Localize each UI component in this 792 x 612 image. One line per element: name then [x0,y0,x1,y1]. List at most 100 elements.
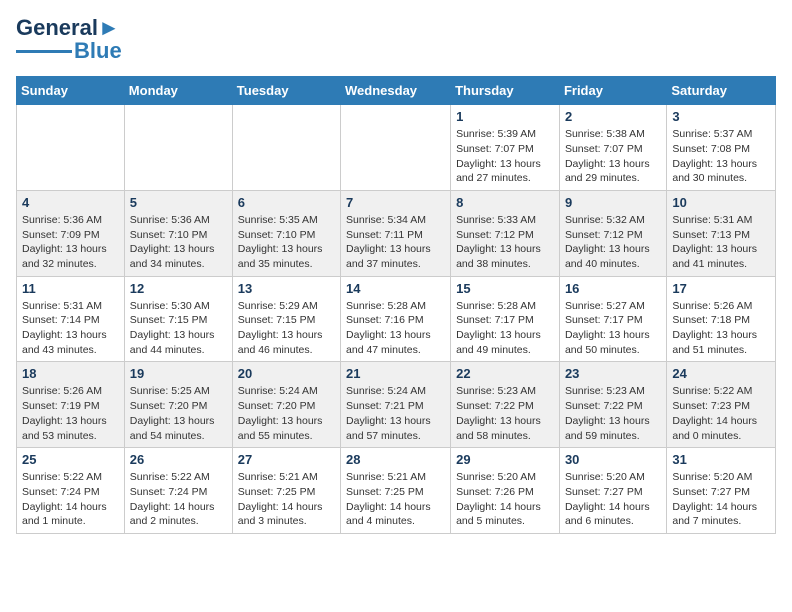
calendar-header: SundayMondayTuesdayWednesdayThursdayFrid… [17,77,776,105]
day-number: 12 [130,281,227,296]
calendar-cell: 7 Sunrise: 5:34 AM Sunset: 7:11 PM Daylig… [341,190,451,276]
day-number: 3 [672,109,770,124]
day-info: Sunrise: 5:24 AM Sunset: 7:20 PM Dayligh… [238,384,335,443]
calendar-cell: 17 Sunrise: 5:26 AM Sunset: 7:18 PM Dayli… [667,276,776,362]
calendar-cell [17,105,125,191]
day-number: 17 [672,281,770,296]
logo-blue: Blue [74,38,122,64]
calendar-cell: 18 Sunrise: 5:26 AM Sunset: 7:19 PM Dayli… [17,362,125,448]
day-number: 2 [565,109,661,124]
calendar-cell: 21Sunrise: 5:24 AM Sunset: 7:21 PM Dayli… [341,362,451,448]
day-info: Sunrise: 5:20 AM Sunset: 7:26 PM Dayligh… [456,470,554,529]
day-info: Sunrise: 5:23 AM Sunset: 7:22 PM Dayligh… [565,384,661,443]
day-info: Sunrise: 5:22 AM Sunset: 7:24 PM Dayligh… [22,470,119,529]
day-info: Sunrise: 5:30 AM Sunset: 7:15 PM Dayligh… [130,299,227,358]
day-number: 18 [22,366,119,381]
day-number: 16 [565,281,661,296]
day-info: Sunrise: 5:36 AM Sunset: 7:10 PM Dayligh… [130,213,227,272]
day-info: Sunrise: 5:22 AM Sunset: 7:24 PM Dayligh… [130,470,227,529]
page-header: General► Blue [16,16,776,64]
calendar-cell: 31 Sunrise: 5:20 AM Sunset: 7:27 PM Dayli… [667,448,776,534]
day-number: 26 [130,452,227,467]
calendar-cell: 9Sunrise: 5:32 AM Sunset: 7:12 PM Daylig… [559,190,666,276]
calendar-cell: 19 Sunrise: 5:25 AM Sunset: 7:20 PM Dayli… [124,362,232,448]
day-number: 15 [456,281,554,296]
calendar-cell: 20 Sunrise: 5:24 AM Sunset: 7:20 PM Dayli… [232,362,340,448]
calendar-cell: 24 Sunrise: 5:22 AM Sunset: 7:23 PM Dayli… [667,362,776,448]
calendar-cell: 27 Sunrise: 5:21 AM Sunset: 7:25 PM Dayli… [232,448,340,534]
calendar-cell: 6 Sunrise: 5:35 AM Sunset: 7:10 PM Daylig… [232,190,340,276]
day-info: Sunrise: 5:27 AM Sunset: 7:17 PM Dayligh… [565,299,661,358]
calendar-cell: 22 Sunrise: 5:23 AM Sunset: 7:22 PM Dayli… [451,362,560,448]
calendar-cell: 5Sunrise: 5:36 AM Sunset: 7:10 PM Daylig… [124,190,232,276]
calendar-cell: 23 Sunrise: 5:23 AM Sunset: 7:22 PM Dayli… [559,362,666,448]
day-number: 27 [238,452,335,467]
day-info: Sunrise: 5:28 AM Sunset: 7:17 PM Dayligh… [456,299,554,358]
day-number: 7 [346,195,445,210]
day-number: 30 [565,452,661,467]
day-info: Sunrise: 5:39 AM Sunset: 7:07 PM Dayligh… [456,127,554,186]
day-number: 24 [672,366,770,381]
calendar-cell: 15 Sunrise: 5:28 AM Sunset: 7:17 PM Dayli… [451,276,560,362]
calendar-cell: 16 Sunrise: 5:27 AM Sunset: 7:17 PM Dayli… [559,276,666,362]
day-number: 4 [22,195,119,210]
day-number: 29 [456,452,554,467]
calendar-cell [232,105,340,191]
calendar-week-row: 4 Sunrise: 5:36 AM Sunset: 7:09 PM Daylig… [17,190,776,276]
day-info: Sunrise: 5:26 AM Sunset: 7:19 PM Dayligh… [22,384,119,443]
calendar-cell: 29 Sunrise: 5:20 AM Sunset: 7:26 PM Dayli… [451,448,560,534]
header-row: SundayMondayTuesdayWednesdayThursdayFrid… [17,77,776,105]
day-number: 10 [672,195,770,210]
day-info: Sunrise: 5:20 AM Sunset: 7:27 PM Dayligh… [565,470,661,529]
calendar-week-row: 1 Sunrise: 5:39 AM Sunset: 7:07 PM Daylig… [17,105,776,191]
day-info: Sunrise: 5:32 AM Sunset: 7:12 PM Dayligh… [565,213,661,272]
day-number: 22 [456,366,554,381]
day-number: 31 [672,452,770,467]
calendar-cell: 1 Sunrise: 5:39 AM Sunset: 7:07 PM Daylig… [451,105,560,191]
day-info: Sunrise: 5:26 AM Sunset: 7:18 PM Dayligh… [672,299,770,358]
day-number: 1 [456,109,554,124]
weekday-header: Thursday [451,77,560,105]
calendar-cell: 14Sunrise: 5:28 AM Sunset: 7:16 PM Dayli… [341,276,451,362]
calendar-cell: 8 Sunrise: 5:33 AM Sunset: 7:12 PM Daylig… [451,190,560,276]
logo-text: General► [16,16,120,40]
day-info: Sunrise: 5:36 AM Sunset: 7:09 PM Dayligh… [22,213,119,272]
weekday-header: Monday [124,77,232,105]
calendar-week-row: 25 Sunrise: 5:22 AM Sunset: 7:24 PM Dayli… [17,448,776,534]
calendar-cell: 10 Sunrise: 5:31 AM Sunset: 7:13 PM Dayli… [667,190,776,276]
day-number: 28 [346,452,445,467]
day-info: Sunrise: 5:31 AM Sunset: 7:13 PM Dayligh… [672,213,770,272]
day-info: Sunrise: 5:20 AM Sunset: 7:27 PM Dayligh… [672,470,770,529]
day-number: 21 [346,366,445,381]
day-info: Sunrise: 5:29 AM Sunset: 7:15 PM Dayligh… [238,299,335,358]
weekday-header: Saturday [667,77,776,105]
day-number: 20 [238,366,335,381]
day-info: Sunrise: 5:23 AM Sunset: 7:22 PM Dayligh… [456,384,554,443]
calendar-cell: 25 Sunrise: 5:22 AM Sunset: 7:24 PM Dayli… [17,448,125,534]
day-number: 13 [238,281,335,296]
day-number: 19 [130,366,227,381]
calendar-cell [124,105,232,191]
calendar-cell: 30 Sunrise: 5:20 AM Sunset: 7:27 PM Dayli… [559,448,666,534]
day-number: 6 [238,195,335,210]
calendar-cell: 12 Sunrise: 5:30 AM Sunset: 7:15 PM Dayli… [124,276,232,362]
day-info: Sunrise: 5:21 AM Sunset: 7:25 PM Dayligh… [346,470,445,529]
weekday-header: Wednesday [341,77,451,105]
day-info: Sunrise: 5:37 AM Sunset: 7:08 PM Dayligh… [672,127,770,186]
day-info: Sunrise: 5:34 AM Sunset: 7:11 PM Dayligh… [346,213,445,272]
calendar-week-row: 18 Sunrise: 5:26 AM Sunset: 7:19 PM Dayli… [17,362,776,448]
day-number: 8 [456,195,554,210]
day-info: Sunrise: 5:38 AM Sunset: 7:07 PM Dayligh… [565,127,661,186]
calendar-cell: 13 Sunrise: 5:29 AM Sunset: 7:15 PM Dayli… [232,276,340,362]
weekday-header: Friday [559,77,666,105]
day-info: Sunrise: 5:22 AM Sunset: 7:23 PM Dayligh… [672,384,770,443]
calendar-cell: 28 Sunrise: 5:21 AM Sunset: 7:25 PM Dayli… [341,448,451,534]
day-info: Sunrise: 5:21 AM Sunset: 7:25 PM Dayligh… [238,470,335,529]
day-number: 25 [22,452,119,467]
day-info: Sunrise: 5:25 AM Sunset: 7:20 PM Dayligh… [130,384,227,443]
calendar-cell: 3 Sunrise: 5:37 AM Sunset: 7:08 PM Daylig… [667,105,776,191]
calendar-cell: 11Sunrise: 5:31 AM Sunset: 7:14 PM Dayli… [17,276,125,362]
day-number: 23 [565,366,661,381]
day-info: Sunrise: 5:33 AM Sunset: 7:12 PM Dayligh… [456,213,554,272]
day-info: Sunrise: 5:35 AM Sunset: 7:10 PM Dayligh… [238,213,335,272]
